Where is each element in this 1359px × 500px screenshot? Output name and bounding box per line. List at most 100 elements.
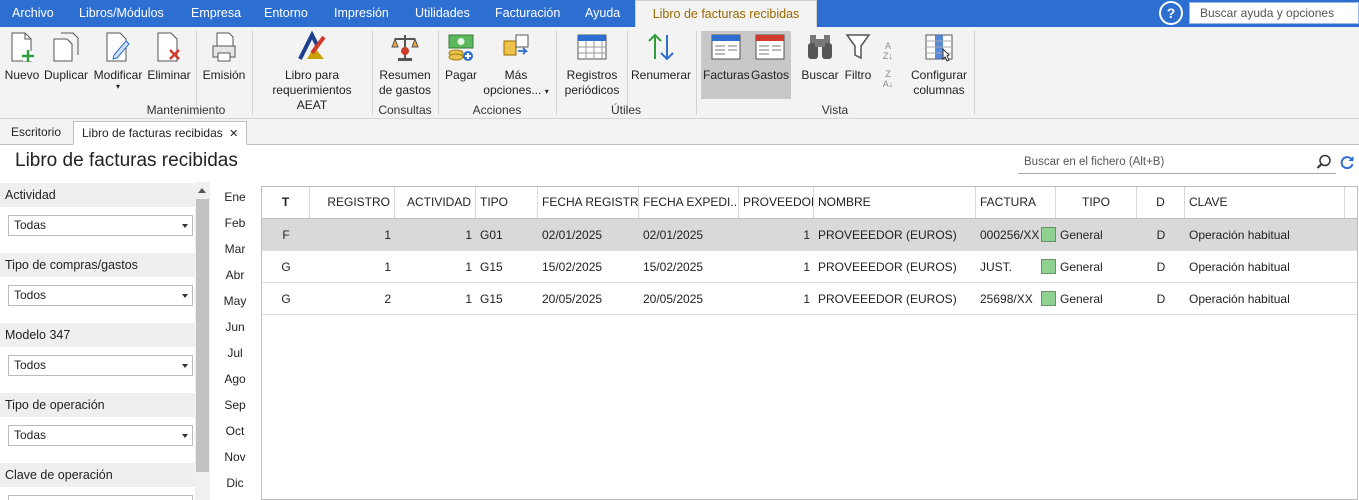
- col-header-fecha-registro[interactable]: FECHA REGISTRO: [538, 187, 639, 218]
- col-header-factura[interactable]: FACTURA: [976, 187, 1056, 218]
- col-header-nombre[interactable]: NOMBRE: [814, 187, 976, 218]
- search-icon[interactable]: [1316, 154, 1332, 173]
- filter-tipo-compras-select[interactable]: Todos: [8, 285, 193, 306]
- tab-escritorio[interactable]: Escritorio: [3, 121, 69, 145]
- menu-empresa[interactable]: Empresa: [191, 0, 241, 27]
- pagar-button[interactable]: Pagar: [442, 31, 480, 83]
- month-feb[interactable]: Feb: [215, 216, 255, 230]
- file-search-input[interactable]: Buscar en el fichero (Alt+B): [1018, 150, 1336, 174]
- col-header-fecha-expedicion[interactable]: FECHA EXPEDI...: [639, 187, 739, 218]
- cell-nombre: PROVEEEDOR (EUROS): [818, 228, 957, 242]
- cell-actividad: 1: [465, 228, 472, 242]
- resumen-gastos-button[interactable]: Resumen de gastos: [376, 31, 434, 98]
- help-search-input[interactable]: Buscar ayuda y opciones: [1189, 2, 1359, 24]
- green-square-icon: [1041, 226, 1056, 242]
- emision-button[interactable]: Emisión: [200, 31, 248, 83]
- filter-tipo-operacion-label: Tipo de operación: [0, 393, 196, 417]
- sort-za-icon: Z A↓: [882, 69, 894, 89]
- new-document-icon: [4, 31, 40, 65]
- refresh-icon[interactable]: [1339, 154, 1355, 173]
- edit-document-icon: [92, 31, 144, 65]
- scroll-up-icon[interactable]: [198, 188, 206, 193]
- menu-tab-libro-facturas-recibidas[interactable]: Libro de facturas recibidas: [635, 0, 817, 28]
- filter-actividad-select[interactable]: Todas: [8, 215, 193, 236]
- col-header-t[interactable]: T: [262, 187, 310, 218]
- mas-opciones-button[interactable]: Más opciones... ▾: [483, 31, 549, 99]
- scrollbar-thumb[interactable]: [196, 199, 209, 472]
- menu-ayuda[interactable]: Ayuda: [585, 0, 620, 27]
- filter-modelo-347-label: Modelo 347: [0, 323, 196, 347]
- cell-fecha-expedicion: 20/05/2025: [643, 292, 704, 306]
- renumerar-button[interactable]: Renumerar: [631, 31, 691, 83]
- modificar-button[interactable]: Modificar ▾: [92, 31, 144, 91]
- sort-az-button[interactable]: A Z↓: [877, 41, 899, 61]
- month-nov[interactable]: Nov: [215, 450, 255, 464]
- delete-document-icon: [147, 31, 191, 65]
- menu-impresion[interactable]: Impresión: [334, 0, 389, 27]
- gastos-button[interactable]: Gastos: [751, 31, 789, 83]
- configurar-columnas-button[interactable]: Configurar columnas: [907, 31, 971, 98]
- table-row[interactable]: F 1 1 G01 02/01/2025 02/01/2025 1 PROVEE…: [262, 219, 1357, 251]
- group-utiles-label: Útiles: [610, 103, 641, 117]
- tab-libro-facturas-recibidas[interactable]: Libro de facturas recibidas ✕: [73, 121, 248, 145]
- cell-fecha-registro: 15/02/2025: [542, 260, 603, 274]
- cell-t: G: [281, 260, 291, 274]
- registros-periodicos-button[interactable]: Registros periódicos: [560, 31, 624, 98]
- col-header-d[interactable]: D: [1137, 187, 1185, 218]
- document-tabs: Escritorio Libro de facturas recibidas ✕: [0, 119, 1359, 145]
- eliminar-button[interactable]: Eliminar: [147, 31, 191, 83]
- table-row[interactable]: G 1 1 G15 15/02/2025 15/02/2025 1 PROVEE…: [262, 251, 1357, 283]
- cell-tipo-2: General: [1041, 251, 1137, 283]
- col-header-clave[interactable]: CLAVE: [1185, 187, 1345, 218]
- menu-entorno[interactable]: Entorno: [264, 0, 308, 27]
- filter-tipo-operacion-select[interactable]: Todas: [8, 425, 193, 446]
- filter-tipo-operacion-value: Todas: [14, 428, 47, 442]
- nuevo-button[interactable]: Nuevo: [4, 31, 40, 83]
- month-mar[interactable]: Mar: [215, 242, 255, 256]
- filter-scrollbar[interactable]: [195, 182, 210, 500]
- menu-utilidades[interactable]: Utilidades: [415, 0, 470, 27]
- duplicar-button[interactable]: Duplicar: [44, 31, 88, 83]
- filter-tipo-compras-label: Tipo de compras/gastos: [0, 253, 196, 277]
- calendar-grid-icon: [560, 31, 624, 65]
- month-jun[interactable]: Jun: [215, 320, 255, 334]
- libro-aeat-button[interactable]: Libro para requerimientos AEAT: [256, 31, 368, 113]
- cell-proveedor: 1: [803, 292, 810, 306]
- cell-clave: Operación habitual: [1189, 260, 1290, 274]
- month-ago[interactable]: Ago: [215, 372, 255, 386]
- month-oct[interactable]: Oct: [215, 424, 255, 438]
- col-header-proveedor[interactable]: PROVEEDOR: [739, 187, 814, 218]
- dropdown-arrow-icon: [182, 364, 188, 368]
- month-abr[interactable]: Abr: [215, 268, 255, 282]
- page-title: Libro de facturas recibidas: [15, 150, 238, 171]
- filter-clave-operacion-select[interactable]: [8, 495, 193, 500]
- table-row[interactable]: G 2 1 G15 20/05/2025 20/05/2025 1 PROVEE…: [262, 283, 1357, 315]
- binoculars-icon: [801, 31, 839, 65]
- col-header-actividad[interactable]: ACTIVIDAD: [395, 187, 476, 218]
- filter-modelo-347-select[interactable]: Todos: [8, 355, 193, 376]
- sort-za-button[interactable]: Z A↓: [877, 69, 899, 89]
- facturas-button[interactable]: Facturas: [703, 31, 750, 83]
- close-icon[interactable]: ✕: [229, 128, 238, 140]
- filter-actividad-label: Actividad: [0, 183, 196, 207]
- col-header-registro[interactable]: REGISTRO: [310, 187, 395, 218]
- menu-archivo[interactable]: Archivo: [12, 0, 54, 27]
- cell-registro: 1: [384, 260, 391, 274]
- cell-registro: 1: [384, 228, 391, 242]
- menu-facturacion[interactable]: Facturación: [495, 0, 560, 27]
- filtro-button[interactable]: Filtro: [841, 31, 875, 83]
- month-may[interactable]: May: [215, 294, 255, 308]
- buscar-button[interactable]: Buscar: [801, 31, 839, 83]
- cell-registro: 2: [384, 292, 391, 306]
- month-dic[interactable]: Dic: [215, 476, 255, 490]
- month-jul[interactable]: Jul: [215, 346, 255, 360]
- col-header-tipo-2[interactable]: TIPO: [1056, 187, 1137, 218]
- menu-libros-modulos[interactable]: Libros/Módulos: [79, 0, 164, 27]
- cell-fecha-registro: 20/05/2025: [542, 292, 603, 306]
- money-icon: [442, 31, 480, 65]
- help-icon[interactable]: ?: [1159, 1, 1183, 25]
- printer-icon: [200, 31, 248, 65]
- month-ene[interactable]: Ene: [215, 190, 255, 204]
- month-sep[interactable]: Sep: [215, 398, 255, 412]
- col-header-tipo[interactable]: TIPO: [476, 187, 538, 218]
